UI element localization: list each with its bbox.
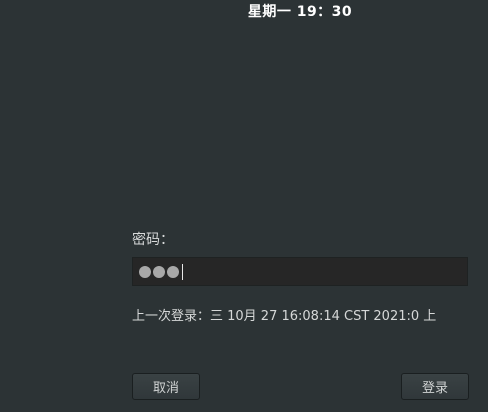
password-dot bbox=[167, 266, 179, 278]
password-field[interactable] bbox=[132, 257, 468, 286]
password-label: 密码： bbox=[132, 232, 174, 248]
cancel-button[interactable]: 取消 bbox=[132, 373, 200, 400]
password-dot bbox=[139, 266, 151, 278]
last-login-info: 上一次登录：三 10月 27 16:08:14 CST 2021:0 上 bbox=[132, 309, 437, 324]
password-masked-value bbox=[139, 264, 183, 280]
lock-screen: 星期一 19：30 密码： 上一次登录：三 10月 27 16:08:14 CS… bbox=[0, 0, 488, 412]
password-dot bbox=[153, 266, 165, 278]
topbar-clock: 星期一 19：30 bbox=[247, 4, 353, 20]
text-caret bbox=[182, 264, 183, 280]
login-button[interactable]: 登录 bbox=[401, 373, 469, 400]
